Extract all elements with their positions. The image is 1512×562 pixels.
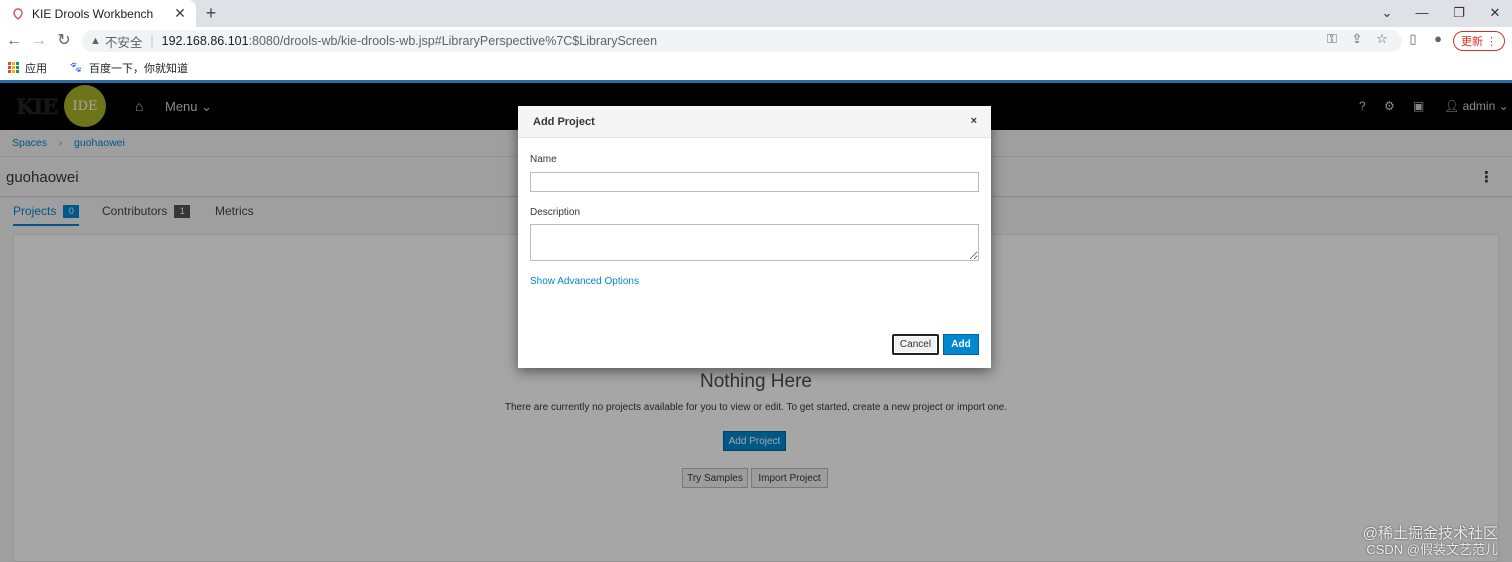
description-label: Description [530, 207, 581, 218]
cancel-button[interactable]: Cancel [892, 334, 939, 355]
browser-tab-title: KIE Drools Workbench [32, 6, 154, 21]
minimize-icon[interactable]: — [1403, 0, 1441, 27]
bookmark-label: 应用 [25, 62, 47, 75]
update-label: 更新 [1461, 36, 1483, 48]
browser-tab[interactable]: KIE Drools Workbench ✕ [0, 0, 196, 27]
insecure-label: 不安全 [104, 35, 143, 50]
side-panel-icon[interactable]: ▯ [1405, 31, 1421, 47]
tab-search-chevron-icon[interactable]: ⌄ [1368, 0, 1406, 27]
share-icon[interactable]: ⇪ [1349, 31, 1365, 47]
name-label: Name [530, 154, 557, 165]
key-icon[interactable]: ⚿ [1324, 31, 1340, 47]
more-vertical-icon: ⋮ [1486, 35, 1497, 48]
url-separator: | [150, 34, 154, 48]
bookmarks-bar: 应用 🐾︎ 百度一下，你就知道 [0, 55, 1512, 80]
window-close-icon[interactable]: ✕ [1476, 0, 1512, 27]
tab-close-icon[interactable]: ✕ [172, 5, 188, 22]
bookmark-apps[interactable]: 应用 [8, 60, 47, 76]
update-button[interactable]: 更新 ⋮ [1453, 31, 1505, 51]
address-bar: ← → ↻ ▲ 不安全 | 192.168.86.101 :8080/drool… [0, 27, 1512, 55]
name-field[interactable] [530, 172, 979, 192]
show-advanced-options-link[interactable]: Show Advanced Options [530, 276, 639, 287]
add-button[interactable]: Add [943, 334, 979, 355]
bookmark-label: 百度一下，你就知道 [88, 62, 188, 75]
description-field[interactable] [530, 224, 979, 261]
reload-icon[interactable]: ↻ [54, 31, 74, 51]
bookmark-star-icon[interactable]: ☆ [1374, 31, 1390, 47]
bookmark-baidu[interactable]: 🐾︎ 百度一下，你就知道 [69, 60, 188, 76]
warning-triangle-icon: ▲ [90, 35, 101, 47]
url-input[interactable]: ▲ 不安全 | 192.168.86.101 :8080/drools-wb/k… [82, 30, 1402, 52]
url-host: 192.168.86.101 [161, 34, 249, 48]
browser-tab-bar: KIE Drools Workbench ✕ + ⌄ — ❐ ✕ [0, 0, 1512, 27]
drools-favicon-icon [12, 7, 24, 20]
profile-icon[interactable]: ● [1430, 31, 1446, 47]
apps-grid-icon [8, 62, 19, 73]
modal-header: Add Project × [518, 106, 991, 138]
close-icon[interactable]: × [971, 115, 977, 127]
forward-arrow-icon[interactable]: → [29, 31, 49, 51]
watermark-csdn: CSDN @假装文艺范儿 [1366, 542, 1498, 557]
back-arrow-icon[interactable]: ← [4, 31, 24, 51]
new-tab-button[interactable]: + [201, 3, 221, 23]
modal-title: Add Project [533, 116, 595, 128]
restore-icon[interactable]: ❐ [1440, 0, 1478, 27]
add-project-modal: Add Project × Name Description Show Adva… [518, 106, 991, 368]
baidu-paw-icon: 🐾︎ [69, 62, 83, 74]
url-path: :8080/drools-wb/kie-drools-wb.jsp#Librar… [248, 34, 658, 48]
